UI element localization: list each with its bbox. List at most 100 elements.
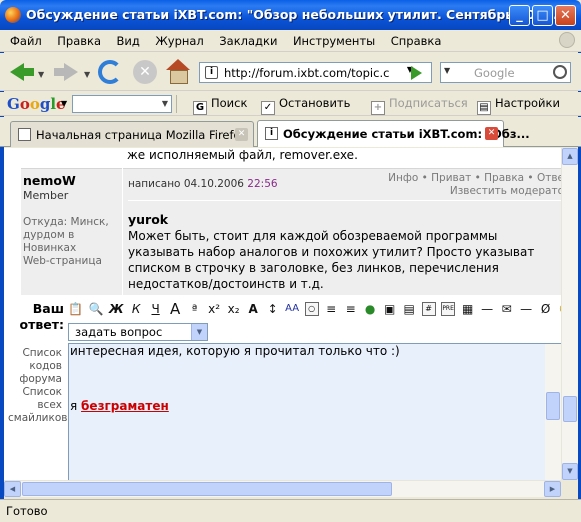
- post-time: 22:56: [247, 178, 278, 190]
- google-menu-dropdown-icon[interactable]: ▼: [61, 99, 67, 108]
- post-author-role: Member: [23, 189, 69, 202]
- menu-bar: Файл Правка Вид Журнал Закладки Инструме…: [0, 30, 581, 52]
- scroll-up-icon[interactable]: ▲: [562, 148, 578, 165]
- list-icon[interactable]: ≡: [324, 301, 338, 317]
- line-spacing-icon[interactable]: ↕: [266, 301, 280, 317]
- google-search-input[interactable]: ▼: [72, 95, 172, 113]
- tab-favicon-icon: i: [265, 127, 278, 140]
- menu-tools[interactable]: Инструменты: [287, 30, 381, 52]
- menu-bookmarks[interactable]: Закладки: [213, 30, 283, 52]
- post-type-select[interactable]: задать вопрос ▼: [68, 323, 208, 341]
- italic-icon[interactable]: К: [129, 301, 143, 317]
- tab-mozilla-start[interactable]: Начальная страница Mozilla Firefox ✕: [10, 121, 254, 147]
- menu-view[interactable]: Вид: [111, 30, 146, 52]
- underline-icon[interactable]: Ч: [149, 301, 163, 317]
- close-button[interactable]: ✕: [555, 5, 576, 26]
- font-color-icon[interactable]: A: [246, 301, 260, 317]
- google-search-dropdown-icon[interactable]: ▼: [162, 99, 168, 108]
- google-g-icon: G: [193, 101, 207, 115]
- google-settings-button[interactable]: ▤ Настройки: [477, 96, 560, 115]
- home-icon[interactable]: [165, 59, 191, 85]
- email-icon[interactable]: ✉: [500, 301, 514, 317]
- font-style-icon[interactable]: AA: [285, 301, 299, 317]
- vertical-scrollbar[interactable]: ▲ ▼: [561, 148, 578, 480]
- google-subscribe-button[interactable]: + Подписаться: [371, 96, 468, 115]
- google-search-button[interactable]: G Поиск: [193, 96, 247, 115]
- forward-history-dropdown-icon[interactable]: ▼: [84, 70, 90, 79]
- attach-icon[interactable]: Ø: [539, 301, 553, 317]
- menu-help[interactable]: Справка: [385, 30, 448, 52]
- reply-textarea[interactable]: интересная идея, которую я прочитал толь…: [68, 343, 561, 480]
- code-icon[interactable]: #: [421, 302, 436, 316]
- author-web-link[interactable]: Web-страница: [23, 255, 102, 267]
- menu-edit[interactable]: Правка: [51, 30, 107, 52]
- firefox-icon[interactable]: [5, 7, 21, 23]
- google-logo[interactable]: Google: [7, 95, 66, 113]
- post-actions[interactable]: Инфо • Приват • Правка • Отве Известить м…: [388, 172, 561, 198]
- quote-icon[interactable]: ▤: [402, 301, 416, 317]
- scroll-down-icon[interactable]: ▼: [562, 463, 578, 480]
- superscript-icon[interactable]: x²: [207, 301, 221, 317]
- back-history-dropdown-icon[interactable]: ▼: [38, 70, 44, 79]
- status-text: Готово: [6, 504, 48, 518]
- search-icon[interactable]: [553, 65, 567, 79]
- tab-close-icon[interactable]: ✕: [485, 127, 498, 140]
- abc-check-icon: ✓: [261, 101, 275, 115]
- subscript-icon[interactable]: x₂: [227, 301, 241, 317]
- settings-icon: ▤: [477, 101, 491, 115]
- search-box[interactable]: ▼ Google: [440, 62, 571, 83]
- page-icon: i: [205, 66, 218, 79]
- scroll-left-icon[interactable]: ◀: [4, 481, 21, 497]
- minimize-button[interactable]: _: [509, 5, 530, 26]
- post-author[interactable]: nemoW: [23, 173, 76, 188]
- forward-button[interactable]: [52, 58, 80, 86]
- tab-ixbt-discussion[interactable]: i Обсуждение статьи iXBT.com: "Обз... ✕: [257, 120, 530, 147]
- page-content: же исполняемый файл, remover.exe. nemoW …: [4, 148, 561, 480]
- menu-file[interactable]: Файл: [4, 30, 48, 52]
- post-column-separator: [122, 168, 123, 295]
- hr-icon[interactable]: —: [480, 301, 494, 317]
- address-input[interactable]: http://forum.ixbt.com/topic.cgi?ic: [224, 66, 389, 80]
- scroll-right-icon[interactable]: ▶: [544, 481, 561, 497]
- font-size-icon[interactable]: A: [168, 301, 182, 317]
- scrollbar-thumb[interactable]: [563, 396, 577, 422]
- toolbar-separator: [176, 95, 177, 113]
- tab-favicon-icon: [18, 128, 31, 141]
- image-icon[interactable]: ▣: [383, 301, 397, 317]
- bold-icon[interactable]: Ж: [109, 301, 124, 317]
- table-icon[interactable]: ▦: [461, 301, 475, 317]
- forum-code-links[interactable]: Список кодов форума Список всех смайлико…: [8, 347, 67, 425]
- tab-label: Начальная страница Mozilla Firefox: [36, 128, 248, 142]
- post-author-location: Откуда: Минск, дурдом в Новинках Web-стр…: [23, 216, 109, 267]
- dash-icon[interactable]: —: [519, 301, 533, 317]
- back-button[interactable]: [8, 58, 36, 86]
- tab-strip: Начальная страница Mozilla Firefox ✕ i О…: [0, 117, 581, 147]
- stop-icon[interactable]: ✕: [133, 60, 157, 84]
- small-font-icon[interactable]: ª: [188, 301, 202, 317]
- preview-icon[interactable]: 🔍: [88, 301, 103, 317]
- search-input[interactable]: Google: [474, 66, 515, 80]
- address-bar[interactable]: i http://forum.ixbt.com/topic.cgi?ic ▼: [199, 62, 432, 83]
- spellcheck-error[interactable]: безграматен: [81, 399, 169, 413]
- post-date: написано 04.10.2006 22:56: [128, 178, 278, 190]
- previous-post-tail: же исполняемый файл, remover.exe.: [127, 148, 358, 162]
- navigation-toolbar: ▼ ▼ ✕ i http://forum.ixbt.com/topic.cgi?…: [0, 53, 581, 91]
- reload-icon[interactable]: [98, 60, 122, 84]
- tab-close-icon[interactable]: ✕: [235, 128, 248, 141]
- menu-history[interactable]: Журнал: [149, 30, 209, 52]
- horizontal-scrollbar[interactable]: ◀ ▶: [4, 480, 561, 497]
- textarea-scrollbar[interactable]: [545, 344, 561, 480]
- scrollbar-thumb[interactable]: [22, 482, 392, 496]
- offtopic-icon[interactable]: ○: [304, 302, 319, 316]
- align-icon[interactable]: ≡: [344, 301, 358, 317]
- reply-text-line: я безграматен: [70, 399, 169, 413]
- link-icon[interactable]: ●: [363, 301, 377, 317]
- google-stop-button[interactable]: ✓ Остановить: [261, 96, 350, 115]
- search-engine-dropdown-icon[interactable]: ▼: [444, 66, 450, 75]
- google-toolbar: Google ▼ ▼ G Поиск ✓ Остановить + Подписать…: [0, 92, 581, 116]
- scrollbar-thumb[interactable]: [546, 392, 560, 420]
- paste-icon[interactable]: 📋: [68, 301, 83, 317]
- pre-icon[interactable]: PRE: [441, 302, 456, 316]
- maximize-button[interactable]: □: [532, 5, 553, 26]
- chevron-down-icon[interactable]: ▼: [191, 324, 207, 340]
